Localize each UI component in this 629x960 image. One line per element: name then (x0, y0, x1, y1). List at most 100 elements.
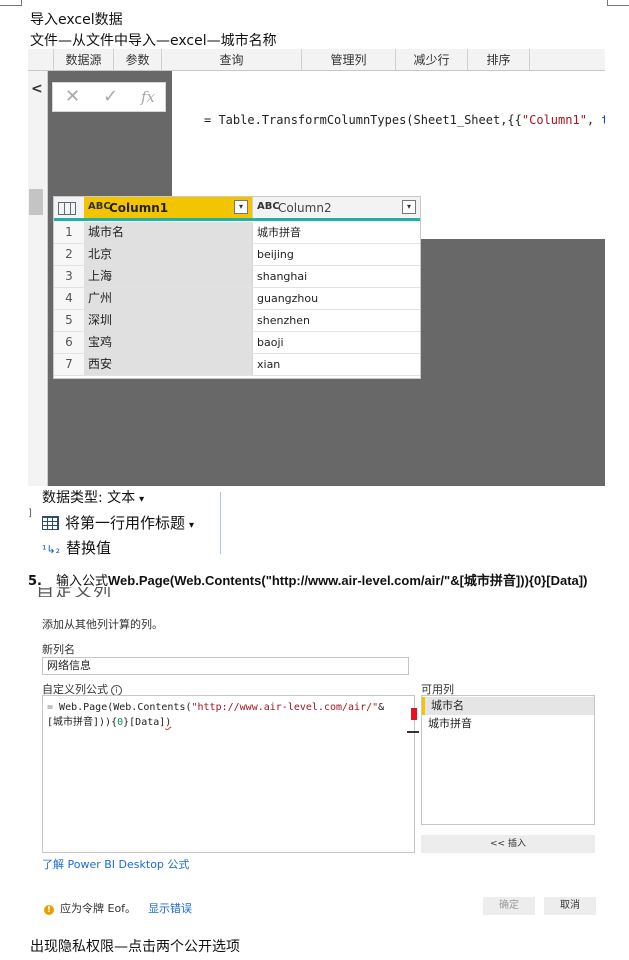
chevron-down-icon: ▾ (189, 520, 195, 531)
row-number: 1 (54, 222, 84, 243)
data-type-label: 数据类型: 文本 (42, 490, 136, 506)
data-type-dropdown[interactable]: 数据类型: 文本 ▾ (42, 487, 144, 507)
formula-string: "Column1" (521, 113, 587, 127)
text-type-icon[interactable]: ABC (88, 201, 111, 212)
formula-keyword: type (601, 113, 605, 127)
ribbon-group-manage-columns[interactable]: 管理列 (302, 49, 396, 71)
doc-footer-note: 出现隐私权限—点击两个公开选项 (30, 939, 240, 955)
formula-post: }[Data] (123, 717, 166, 728)
table-menu-icon[interactable] (58, 202, 76, 215)
ribbon-group-sort[interactable]: 排序 (468, 49, 530, 71)
column-filter-dropdown-icon[interactable]: ▾ (402, 200, 416, 214)
show-error-link[interactable]: 显示错误 (148, 902, 192, 915)
custom-column-dialog: 添加从其他列计算的列。 新列名 网络信息 自定义列公式 i 可用列 = Web.P… (36, 598, 606, 928)
chevron-down-icon: ▾ (139, 494, 145, 505)
cancel-formula-icon[interactable]: ✕ (65, 86, 80, 107)
queries-pane-scrollbar[interactable] (29, 189, 43, 215)
available-column-item[interactable]: 城市拼音 (422, 715, 594, 733)
row-number: 4 (54, 288, 84, 309)
cropped-edge-bracket: ] (28, 508, 32, 519)
data-preview-grid: ABC Column1 ▾ ABC Column2 ▾ 1 城市名 城市拼音 2… (53, 196, 421, 379)
table-row[interactable]: 2 北京 beijing (54, 244, 420, 266)
replace-values-icon: ¹↳₂ (42, 543, 61, 556)
page-corner-mark-left (0, 0, 22, 6)
formula-prefix: = Table.TransformColumnTypes(Sheet1_Shee… (204, 113, 522, 127)
new-column-name-label: 新列名 (42, 643, 75, 656)
cell-column2[interactable]: shanghai (252, 266, 420, 287)
fx-icon[interactable]: fx (141, 88, 155, 106)
custom-formula-editor[interactable]: = Web.Page(Web.Contents("http://www.air-… (42, 695, 419, 853)
dialog-title-clipped: 自定义列 (36, 587, 156, 597)
cell-column1[interactable]: 上海 (84, 266, 252, 287)
confirm-formula-icon[interactable]: ✓ (103, 86, 118, 107)
formula-bar-buttons: ✕ ✓ fx (52, 82, 166, 112)
cell-column1[interactable]: 深圳 (84, 310, 252, 331)
cell-column1[interactable]: 广州 (84, 288, 252, 309)
queries-pane-collapsed: < (28, 71, 48, 486)
formula-separator: , (586, 113, 602, 127)
power-query-editor: 数据源 参数 查询 管理列 减少行 排序 < ✕ ✓ fx = Table.Tr… (28, 49, 605, 486)
dialog-subtitle: 添加从其他列计算的列。 (42, 618, 163, 631)
ribbon-group-labels: 数据源 参数 查询 管理列 减少行 排序 (28, 49, 605, 71)
column-name: Column1 (109, 201, 169, 215)
formula-bar-text: = Table.TransformColumnTypes(Sheet1_Shee… (204, 113, 605, 127)
text-type-icon[interactable]: ABC (257, 201, 280, 212)
collapse-queries-icon[interactable]: < (31, 81, 43, 97)
new-column-name-input[interactable]: 网络信息 (42, 657, 409, 675)
row-number: 6 (54, 332, 84, 353)
menu-divider (220, 492, 221, 554)
ribbon-group-parameters[interactable]: 参数 (114, 49, 162, 71)
ribbon-spacer (28, 49, 54, 71)
insert-button[interactable]: << 插入 (421, 835, 595, 853)
column-header-column2[interactable]: ABC Column2 ▾ (252, 197, 420, 218)
column-filter-dropdown-icon[interactable]: ▾ (234, 200, 248, 214)
table-row[interactable]: 4 广州 guangzhou (54, 288, 420, 310)
table-header-icon (42, 516, 59, 530)
row-number: 3 (54, 266, 84, 287)
available-column-item[interactable]: 城市名 (422, 697, 594, 715)
page-corner-mark-right (607, 0, 629, 6)
use-first-row-label: 将第一行用作标题 (65, 514, 186, 532)
grid-header: ABC Column1 ▾ ABC Column2 ▾ (54, 197, 420, 221)
formula-url: "http://www.air-level.com/air/" (191, 702, 379, 713)
row-number: 7 (54, 354, 84, 375)
formula-code: = Web.Page(Web.Contents("http://www.air-… (47, 700, 397, 730)
editor-scroll-indicator (407, 731, 419, 733)
cell-column2[interactable]: baoji (252, 332, 420, 353)
use-first-row-as-headers-button[interactable]: 将第一行用作标题 ▾ (42, 512, 194, 533)
ribbon-group-query[interactable]: 查询 (162, 49, 302, 71)
ok-button[interactable]: 确定 (483, 897, 535, 915)
step-formula: Web.Page(Web.Contents("http://www.air-le… (108, 573, 588, 588)
ribbon-group-reduce-rows[interactable]: 减少行 (396, 49, 468, 71)
doc-subheading: 文件—从文件中导入—excel—城市名称 (30, 33, 277, 49)
table-row[interactable]: 6 宝鸡 baoji (54, 332, 420, 354)
cell-column1[interactable]: 西安 (84, 354, 252, 375)
cell-column2[interactable]: 城市拼音 (252, 222, 420, 243)
cell-column1[interactable]: 城市名 (84, 222, 252, 243)
column-header-column1[interactable]: ABC Column1 ▾ (84, 197, 252, 218)
doc-heading: 导入excel数据 (30, 12, 123, 28)
row-number: 2 (54, 244, 84, 265)
cell-column2[interactable]: beijing (252, 244, 420, 265)
cell-column2[interactable]: xian (252, 354, 420, 375)
error-marker (411, 708, 417, 720)
replace-values-label: 替换值 (66, 539, 112, 557)
available-columns-list: 城市名 城市拼音 (421, 695, 595, 825)
cell-column1[interactable]: 北京 (84, 244, 252, 265)
replace-values-button[interactable]: ¹↳₂ 替换值 (42, 537, 111, 558)
cancel-button[interactable]: 取消 (544, 897, 596, 915)
table-row[interactable]: 5 深圳 shenzhen (54, 310, 420, 332)
table-row[interactable]: 1 城市名 城市拼音 (54, 222, 420, 244)
cell-column2[interactable]: shenzhen (252, 310, 420, 331)
table-row[interactable]: 3 上海 shanghai (54, 266, 420, 288)
column-name: Column2 (278, 201, 332, 215)
transform-menu-fragment: 数据类型: 文本 ▾ 将第一行用作标题 ▾ ¹↳₂ 替换值 (36, 486, 222, 560)
dialog-title: 自定义列 (36, 587, 112, 597)
row-number: 5 (54, 310, 84, 331)
warning-text: 应为令牌 Eof。 (60, 902, 137, 915)
learn-formulas-link[interactable]: 了解 Power BI Desktop 公式 (42, 856, 189, 872)
cell-column1[interactable]: 宝鸡 (84, 332, 252, 353)
table-row[interactable]: 7 西安 xian (54, 354, 420, 376)
cell-column2[interactable]: guangzhou (252, 288, 420, 309)
ribbon-group-data-source[interactable]: 数据源 (54, 49, 114, 71)
